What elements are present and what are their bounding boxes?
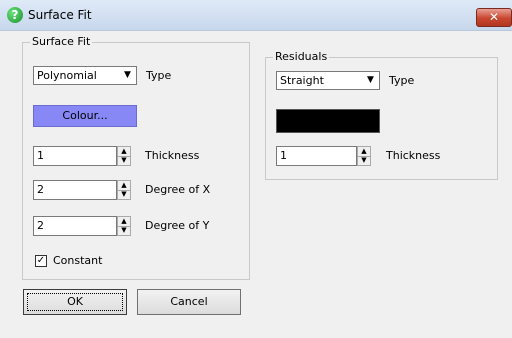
residuals-type-select[interactable]: Straight ▼ — [276, 71, 380, 90]
residuals-colour-swatch[interactable] — [276, 109, 380, 133]
residuals-thickness-input[interactable]: 1 — [276, 146, 357, 166]
degree-x-value: 2 — [37, 183, 44, 196]
chevron-down-icon[interactable]: ▼ — [363, 73, 378, 88]
surface-fit-dialog: ? Surface Fit ✕ Surface Fit Polynomial ▼… — [0, 0, 512, 338]
window-title: Surface Fit — [28, 8, 92, 22]
degree-y-input[interactable]: 2 — [33, 216, 117, 236]
help-icon: ? — [7, 7, 23, 23]
residuals-thickness-label: Thickness — [386, 149, 441, 162]
chevron-down-icon[interactable]: ▼ — [120, 68, 135, 83]
cancel-button[interactable]: Cancel — [137, 289, 241, 315]
residuals-type-value: Straight — [280, 74, 324, 87]
surface-fit-group-title: Surface Fit — [30, 35, 93, 48]
spin-down-icon[interactable]: ▼ — [118, 156, 130, 165]
degree-x-label: Degree of X — [145, 183, 211, 196]
ok-button[interactable]: OK — [23, 289, 127, 315]
colour-button[interactable]: Colour... — [33, 105, 137, 127]
constant-label: Constant — [53, 254, 103, 267]
checkmark-icon: ✓ — [36, 255, 46, 266]
spin-down-icon[interactable]: ▼ — [118, 190, 130, 199]
title-bar[interactable]: ? Surface Fit ✕ — [0, 0, 512, 31]
surface-type-select[interactable]: Polynomial ▼ — [33, 66, 137, 85]
surface-type-value: Polynomial — [37, 69, 97, 82]
degree-x-spinner[interactable]: ▲ ▼ — [117, 180, 131, 200]
constant-checkbox[interactable]: ✓ — [35, 255, 47, 267]
close-button[interactable]: ✕ — [476, 8, 512, 27]
surface-type-label: Type — [146, 69, 172, 82]
residuals-type-label: Type — [389, 74, 415, 87]
surface-thickness-label: Thickness — [145, 149, 200, 162]
surface-thickness-input[interactable]: 1 — [33, 146, 117, 166]
degree-y-value: 2 — [37, 219, 44, 232]
residuals-thickness-value: 1 — [280, 149, 287, 162]
degree-y-label: Degree of Y — [145, 219, 210, 232]
spin-down-icon[interactable]: ▼ — [358, 156, 370, 165]
spin-down-icon[interactable]: ▼ — [118, 226, 130, 235]
residuals-thickness-spinner[interactable]: ▲ ▼ — [357, 146, 371, 166]
degree-x-input[interactable]: 2 — [33, 180, 117, 200]
residuals-group-title: Residuals — [273, 50, 330, 63]
surface-thickness-value: 1 — [37, 149, 44, 162]
degree-y-spinner[interactable]: ▲ ▼ — [117, 216, 131, 236]
surface-thickness-spinner[interactable]: ▲ ▼ — [117, 146, 131, 166]
